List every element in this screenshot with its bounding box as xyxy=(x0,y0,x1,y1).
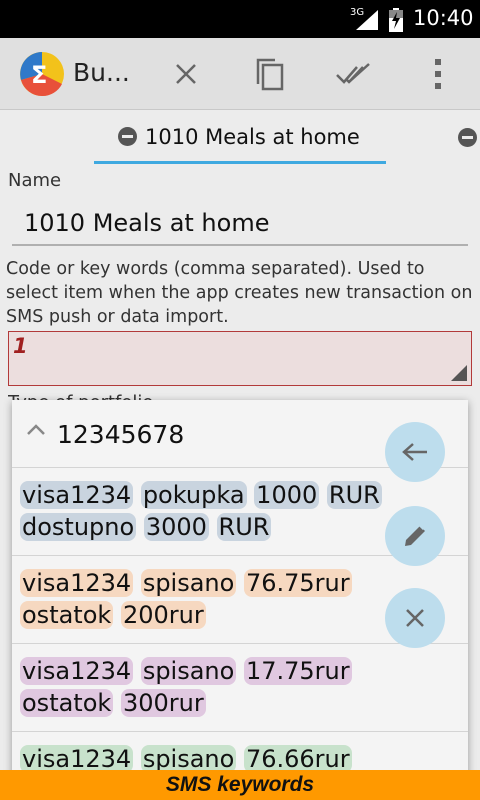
battery-charging-icon xyxy=(389,8,403,32)
name-label: Name xyxy=(8,170,62,191)
keyword-token[interactable]: visa1234 xyxy=(20,569,134,597)
tab-current-item[interactable]: 1010 Meals at home xyxy=(94,112,386,164)
app-logo[interactable]: Σ xyxy=(18,50,66,98)
edit-button[interactable] xyxy=(385,506,445,566)
close-icon xyxy=(406,609,424,627)
tab-strip: 1010 Meals at home xyxy=(0,112,480,164)
done-all-button[interactable] xyxy=(333,54,373,94)
keyword-token[interactable]: RUR xyxy=(326,481,382,509)
tab-label: 1010 Meals at home xyxy=(145,124,360,149)
keyword-token[interactable]: spisano xyxy=(140,657,237,685)
message-line: ostatok 300rur xyxy=(20,687,460,719)
action-bar: Σ Bu... xyxy=(0,38,480,110)
sender-number: 12345678 xyxy=(57,420,185,449)
resize-grip-icon[interactable] xyxy=(451,365,467,381)
keyword-token[interactable]: 76.66rur xyxy=(243,745,352,773)
chevron-up-icon[interactable] xyxy=(26,422,46,436)
svg-text:Σ: Σ xyxy=(31,61,47,89)
sms-message[interactable]: visa1234 spisano 17.75rur ostatok 300rur xyxy=(12,644,468,732)
message-line: visa1234 spisano 76.75rur xyxy=(20,567,460,599)
name-field[interactable]: 1010 Meals at home xyxy=(12,200,468,246)
keyword-token[interactable]: dostupno xyxy=(20,513,137,541)
keyword-token[interactable]: 3000 xyxy=(143,513,209,541)
keyword-token[interactable]: spisano xyxy=(140,569,237,597)
keyword-token[interactable]: 1000 xyxy=(254,481,320,509)
keywords-field[interactable]: 1 xyxy=(8,331,472,386)
keyword-token[interactable]: ostatok xyxy=(20,689,114,717)
more-vert-icon xyxy=(435,59,441,89)
keyword-token[interactable]: 17.75rur xyxy=(243,657,352,685)
keywords-value: 1 xyxy=(13,334,28,358)
minus-circle-icon[interactable] xyxy=(118,127,137,146)
close-icon xyxy=(176,64,196,84)
overflow-menu-button[interactable] xyxy=(418,54,458,94)
message-line: visa1234 spisano 17.75rur xyxy=(20,655,460,687)
keyword-token[interactable]: spisano xyxy=(140,745,237,773)
signal-icon xyxy=(356,10,378,30)
keyword-token[interactable]: 76.75rur xyxy=(243,569,352,597)
copy-button[interactable] xyxy=(250,54,290,94)
minus-circle-icon xyxy=(458,128,477,147)
keywords-hint: Code or key words (comma separated). Use… xyxy=(6,259,473,327)
copy-icon xyxy=(256,58,284,91)
close-button[interactable] xyxy=(166,54,206,94)
caption-banner: SMS keywords xyxy=(0,770,480,800)
status-bar: 3G 10:40 xyxy=(0,0,480,38)
clock: 10:40 xyxy=(413,6,474,30)
keyword-token[interactable]: ostatok xyxy=(20,601,114,629)
keyword-token[interactable]: 300rur xyxy=(120,689,206,717)
app-title: Bu... xyxy=(73,58,130,87)
keyword-token[interactable]: pokupka xyxy=(140,481,247,509)
edit-pencil-icon xyxy=(405,523,426,546)
back-button[interactable] xyxy=(385,422,445,482)
dismiss-button[interactable] xyxy=(385,588,445,648)
message-line: visa1234 pokupka 1000 RUR xyxy=(20,479,460,511)
keyword-token[interactable]: visa1234 xyxy=(20,657,134,685)
keyword-token[interactable]: RUR xyxy=(216,513,272,541)
tab-next-item[interactable] xyxy=(458,128,477,147)
keyword-token[interactable]: visa1234 xyxy=(20,745,134,773)
sms-picker-popup: 12345678 visa1234 pokupka 1000 RUR dostu… xyxy=(12,400,468,800)
done-all-icon xyxy=(336,63,370,84)
back-arrow-icon xyxy=(402,443,427,461)
keyword-token[interactable]: visa1234 xyxy=(20,481,134,509)
keyword-token[interactable]: 200rur xyxy=(120,601,206,629)
